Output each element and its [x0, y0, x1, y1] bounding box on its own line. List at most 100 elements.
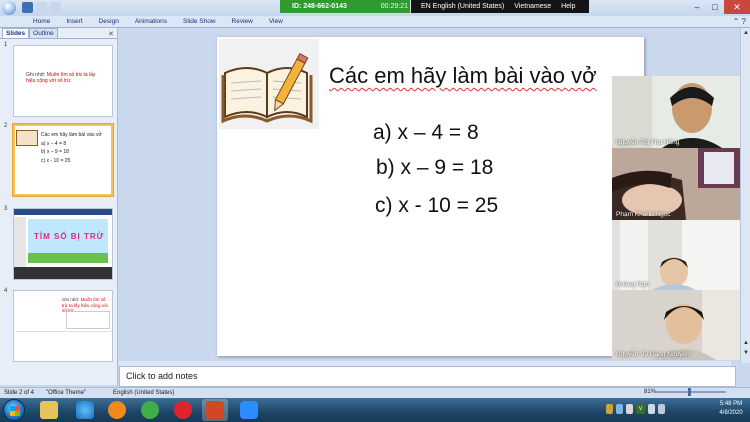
- scroll-up-icon[interactable]: ▲: [742, 30, 750, 39]
- thumb-line: [16, 331, 112, 332]
- clock[interactable]: 5:48 PM 4/8/2020: [716, 400, 746, 418]
- meeting-id: ID: 248-662-0143: [292, 3, 347, 10]
- keyboard-layout[interactable]: Vietnamese: [514, 0, 551, 13]
- save-icon[interactable]: [22, 2, 33, 13]
- maximize-icon[interactable]: □: [706, 0, 724, 14]
- video-tile[interactable]: Nguyễn Thị Thu Hồng: [612, 76, 740, 148]
- slide-counter: Slide 2 of 4: [4, 390, 35, 396]
- thumb-line: c) x - 10 = 25: [41, 157, 71, 164]
- slide-number: 3: [4, 206, 8, 212]
- zoom-slider[interactable]: [656, 391, 726, 393]
- tray-language-icon[interactable]: V: [636, 404, 645, 414]
- equation-b[interactable]: b) x – 9 = 18: [376, 156, 493, 180]
- internet-explorer-icon[interactable]: [76, 401, 94, 419]
- theme-name: "Office Theme": [46, 390, 87, 396]
- thumbnail-text: Ghi nhớ: Muốn tìm số trừ ta lấy hiệu cộn…: [26, 72, 106, 84]
- language-bar[interactable]: EN English (United States) Vietnamese He…: [411, 0, 589, 13]
- tab-animations[interactable]: Animations: [127, 16, 175, 27]
- input-language[interactable]: EN English (United States): [421, 0, 504, 13]
- file-explorer-icon[interactable]: [40, 401, 58, 419]
- windows-taskbar: V 5:48 PM 4/8/2020: [0, 398, 750, 422]
- thumbnail-canvas: Ghi nhớ: Muốn tìm số trừ ta lấy hiệu cộn…: [13, 45, 113, 117]
- clock-date: 4/8/2020: [719, 410, 743, 416]
- thumb-line: a) x – 4 = 8: [41, 140, 67, 147]
- tab-slides[interactable]: Slides: [2, 28, 30, 38]
- vertical-scrollbar[interactable]: ▲ ▲ ▼: [740, 28, 750, 363]
- participant-name: Nguyễn Thị Thu Hồng: [616, 139, 680, 146]
- participant-name: Nguyễn Vũ Đăng Nguyên: [616, 351, 690, 358]
- thumb-taskbar: [14, 267, 112, 279]
- zoom-level[interactable]: 81%: [644, 387, 656, 397]
- ribbon-help-icon[interactable]: ⌃ ?: [733, 17, 746, 26]
- thumbnail-canvas: Ghi nhớ: Muốn tìm số trừ ta lấy hiệu cộn…: [13, 290, 113, 362]
- status-bar: Slide 2 of 4 "Office Theme" English (Uni…: [0, 387, 750, 398]
- slide-number: 1: [4, 42, 8, 48]
- slide-canvas[interactable]: Các em hãy làm bài vào vở a) x – 4 = 8 b…: [217, 37, 644, 356]
- tab-view[interactable]: View: [261, 16, 291, 27]
- language-status[interactable]: English (United States): [113, 388, 174, 398]
- slide-title[interactable]: Các em hãy làm bài vào vở: [329, 63, 597, 89]
- tray-icon[interactable]: [616, 404, 623, 414]
- redo-icon[interactable]: [50, 2, 61, 13]
- slides-pane: Slides Outline ✕ 1 Ghi nhớ: Muốn tìm số …: [0, 28, 118, 385]
- system-tray: V: [606, 404, 665, 414]
- thumb-note-prefix: Ghi nhớ:: [62, 297, 80, 302]
- tab-insert[interactable]: Insert: [58, 16, 90, 27]
- thumbnail-canvas: Các em hãy làm bài vào vở a) x – 4 = 8 b…: [13, 124, 113, 196]
- participant-video-3: [612, 220, 740, 290]
- slide-thumbnail-4[interactable]: 4 Ghi nhớ: Muốn tìm số trừ ta lấy hiệu c…: [0, 288, 118, 364]
- clock-time: 5:48 PM: [719, 401, 743, 407]
- video-tile[interactable]: Hoàng Ngh: [612, 220, 740, 290]
- participant-video-2: [612, 148, 740, 220]
- close-icon[interactable]: ✕: [724, 0, 750, 14]
- thumb-line: b) x – 9 = 18: [41, 149, 69, 155]
- opera-icon[interactable]: [174, 401, 192, 419]
- thumbnail-text: Các em hãy làm bài vào vở a) x – 4 = 8 b…: [41, 131, 102, 165]
- office-button-icon[interactable]: [2, 1, 16, 15]
- zoom-slider-handle[interactable]: [688, 388, 691, 396]
- video-tile[interactable]: Phạm Khánh Ngọc: [612, 148, 740, 220]
- minimize-icon[interactable]: –: [688, 0, 706, 14]
- media-player-icon[interactable]: [108, 401, 126, 419]
- slide-thumbnail-2[interactable]: 2 Các em hãy làm bài vào vở a) x – 4 = 8…: [0, 123, 118, 199]
- app-icon[interactable]: [141, 401, 159, 419]
- volume-icon[interactable]: [658, 404, 665, 414]
- tray-icon[interactable]: [606, 404, 613, 414]
- thumb-ground: [28, 253, 108, 263]
- slide-title-text: Các em hãy làm bài vào vở: [329, 63, 597, 88]
- slide-thumbnail-1[interactable]: 1 Ghi nhớ: Muốn tìm số trừ ta lấy hiệu c…: [0, 42, 118, 118]
- start-button-icon[interactable]: [3, 399, 25, 421]
- ribbon-tabs: Home Insert Design Animations Slide Show…: [0, 16, 750, 28]
- thumb-sidebar: [14, 217, 26, 267]
- equation-c[interactable]: c) x - 10 = 25: [375, 194, 498, 218]
- participant-video-1: [612, 76, 740, 148]
- undo-icon[interactable]: [36, 2, 47, 13]
- pane-tabs: Slides Outline ✕: [0, 28, 117, 39]
- zoom-icon[interactable]: [240, 401, 258, 419]
- scroll-up-page-icon[interactable]: ▲: [742, 340, 750, 349]
- thumb-browser-bar: [14, 209, 112, 215]
- book-icon: [16, 130, 38, 146]
- tab-slide-show[interactable]: Slide Show: [175, 16, 224, 27]
- equation-a[interactable]: a) x – 4 = 8: [373, 121, 479, 145]
- notes-field[interactable]: Click to add notes: [119, 366, 736, 387]
- scroll-down-icon[interactable]: ▼: [742, 350, 750, 359]
- zoom-meeting-bar[interactable]: ID: 248-662-0143 00:29:21: [280, 0, 410, 13]
- thumbnail-canvas: TÌM SỐ BỊ TRỪ: [13, 208, 113, 280]
- tab-review[interactable]: Review: [224, 16, 261, 27]
- pane-close-icon[interactable]: ✕: [108, 30, 114, 38]
- tab-outline[interactable]: Outline: [29, 28, 58, 38]
- tab-home[interactable]: Home: [33, 16, 58, 27]
- slide-number: 2: [4, 123, 8, 129]
- powerpoint-icon[interactable]: [206, 401, 224, 419]
- slide-thumbnail-3[interactable]: 3 TÌM SỐ BỊ TRỪ: [0, 206, 118, 282]
- video-tile[interactable]: Nguyễn Vũ Đăng Nguyên: [612, 290, 740, 360]
- thumb-box: [66, 311, 110, 329]
- tray-icon[interactable]: [626, 404, 633, 414]
- tab-design[interactable]: Design: [91, 16, 127, 27]
- participant-video-panel: Nguyễn Thị Thu Hồng Phạm Khánh Ngọc Hoàn…: [612, 76, 740, 360]
- open-book-icon: [221, 53, 313, 124]
- help-button[interactable]: Help: [561, 0, 575, 13]
- network-icon[interactable]: [648, 404, 655, 414]
- slide-number: 4: [4, 288, 8, 294]
